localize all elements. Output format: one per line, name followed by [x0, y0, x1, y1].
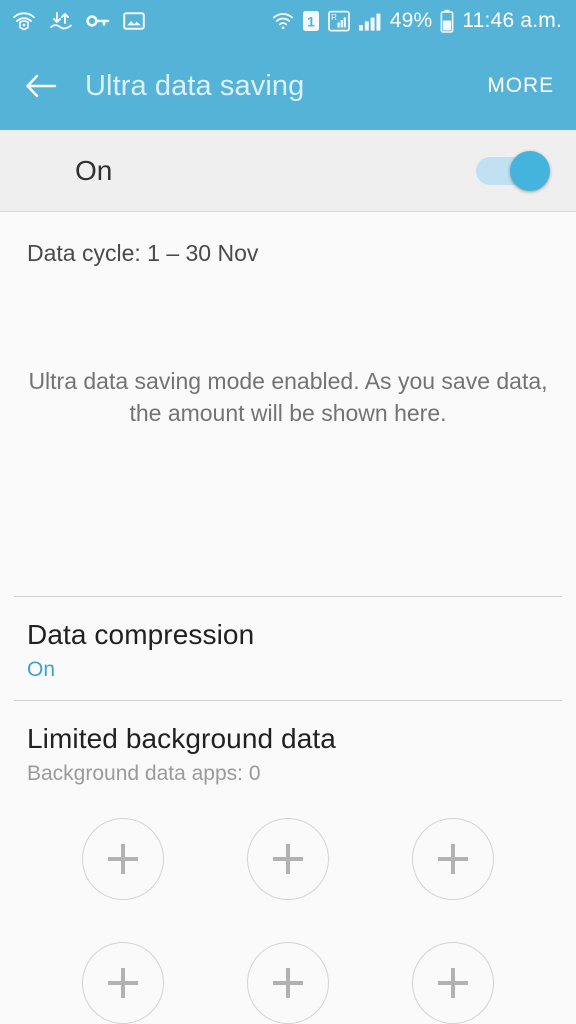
- add-app-slot-4[interactable]: [81, 942, 164, 1024]
- background-app-slot-grid: [0, 804, 576, 1024]
- wifi-secured-icon: [12, 10, 36, 32]
- back-arrow-icon[interactable]: [24, 69, 58, 103]
- main-content: Data cycle: 1 – 30 Nov Ultra data saving…: [0, 212, 576, 1024]
- svg-text:R: R: [331, 13, 337, 22]
- status-bar-right-icons: 1 R 49% 11:46 a.m.: [272, 9, 562, 33]
- empty-state-line-1: Ultra data saving mode enabled. As you s…: [28, 368, 548, 394]
- plus-icon: [438, 844, 469, 874]
- plus-icon: [107, 968, 138, 998]
- data-compression-title: Data compression: [27, 619, 255, 650]
- status-bar-left-icons: [12, 10, 145, 32]
- roaming-signal-icon: R: [327, 10, 350, 32]
- data-compression-status: On: [27, 658, 56, 681]
- empty-state-message: Ultra data saving mode enabled. As you s…: [0, 365, 576, 429]
- vpn-key-icon: [86, 13, 110, 29]
- plus-icon: [107, 844, 138, 874]
- section-data-compression[interactable]: Data compression On: [0, 597, 576, 700]
- screenshot-image-icon: [123, 11, 145, 31]
- plus-icon: [272, 968, 303, 998]
- master-switch-label: On: [75, 154, 113, 186]
- wifi-icon: [272, 10, 294, 32]
- app-bar: Ultra data saving MORE: [0, 42, 576, 130]
- background-data-apps-count: Background data apps: 0: [27, 762, 261, 785]
- empty-state-line-2: the amount will be shown here.: [129, 400, 447, 426]
- sim-one-icon: 1: [302, 10, 320, 32]
- page-title: Ultra data saving: [85, 69, 305, 102]
- signal-bars-icon: [358, 10, 382, 32]
- more-button[interactable]: MORE: [483, 66, 558, 106]
- add-app-slot-2[interactable]: [246, 818, 329, 900]
- master-switch-row[interactable]: On: [0, 130, 576, 212]
- section-limited-background-data[interactable]: Limited background data Background data …: [0, 701, 576, 804]
- plus-icon: [438, 968, 469, 998]
- limited-background-data-title: Limited background data: [27, 723, 336, 754]
- toggle-thumb: [510, 150, 550, 191]
- add-app-slot-3[interactable]: [412, 818, 495, 900]
- data-cycle-label: Data cycle: 1 – 30 Nov: [27, 240, 259, 266]
- svg-text:1: 1: [307, 14, 315, 30]
- ultra-data-saving-screen: 1 R 49% 11:46 a.m. Ultra data saving MOR…: [0, 0, 576, 1024]
- battery-percent-label: 49%: [389, 9, 433, 32]
- add-app-slot-6[interactable]: [412, 942, 495, 1024]
- plus-icon: [272, 844, 303, 874]
- battery-icon: [440, 9, 454, 33]
- status-bar: 1 R 49% 11:46 a.m.: [0, 0, 576, 42]
- add-app-slot-1[interactable]: [81, 818, 164, 900]
- master-switch-toggle[interactable]: [476, 148, 550, 194]
- status-bar-clock: 11:46 a.m.: [462, 9, 562, 32]
- data-transfer-icon: [49, 10, 73, 32]
- add-app-slot-5[interactable]: [246, 942, 329, 1024]
